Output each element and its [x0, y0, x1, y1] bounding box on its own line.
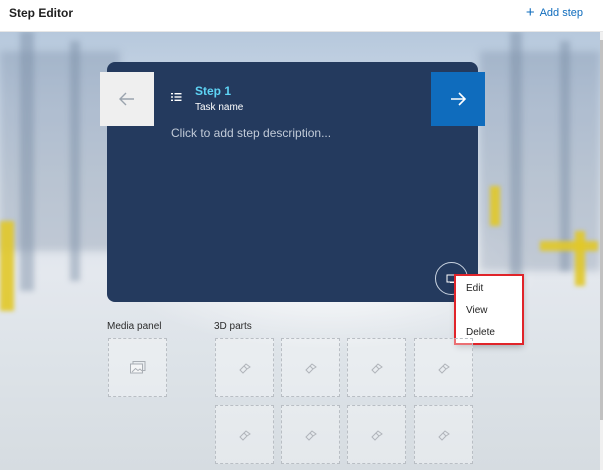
part-slot[interactable] — [414, 405, 473, 464]
plus-icon: + — [525, 4, 535, 21]
add-step-label: Add step — [539, 7, 583, 19]
3d-part-icon — [437, 429, 450, 441]
media-slot[interactable] — [108, 338, 167, 397]
3d-part-icon — [304, 362, 317, 374]
part-slot[interactable] — [215, 405, 274, 464]
parts-panel-label: 3D parts — [214, 321, 252, 332]
add-step-button[interactable]: + Add step — [525, 4, 583, 21]
3d-part-icon — [370, 429, 383, 441]
part-slot[interactable] — [347, 338, 406, 397]
header-bar: Step Editor + Add step — [0, 0, 603, 32]
step-title[interactable]: Step 1 — [195, 84, 231, 98]
page-title: Step Editor — [9, 6, 74, 20]
part-slot[interactable] — [347, 405, 406, 464]
part-slot[interactable] — [414, 338, 473, 397]
step-card — [107, 62, 478, 302]
part-slot[interactable] — [281, 405, 340, 464]
part-slot[interactable] — [215, 338, 274, 397]
highlight-box — [454, 274, 524, 345]
step-description-field[interactable]: Click to add step description... — [171, 126, 331, 140]
3d-part-icon — [437, 362, 450, 374]
arrow-right-icon — [451, 92, 467, 106]
next-step-button[interactable] — [431, 72, 485, 126]
media-panel-label: Media panel — [107, 321, 162, 332]
3d-part-icon — [370, 362, 383, 374]
previous-step-button[interactable] — [100, 72, 154, 126]
image-icon — [129, 361, 145, 374]
3d-part-icon — [304, 429, 317, 441]
part-slot[interactable] — [281, 338, 340, 397]
3d-part-icon — [238, 429, 251, 441]
list-icon — [171, 93, 182, 101]
arrow-left-icon — [119, 92, 134, 106]
3d-part-icon — [238, 362, 251, 374]
task-name[interactable]: Task name — [195, 102, 243, 113]
